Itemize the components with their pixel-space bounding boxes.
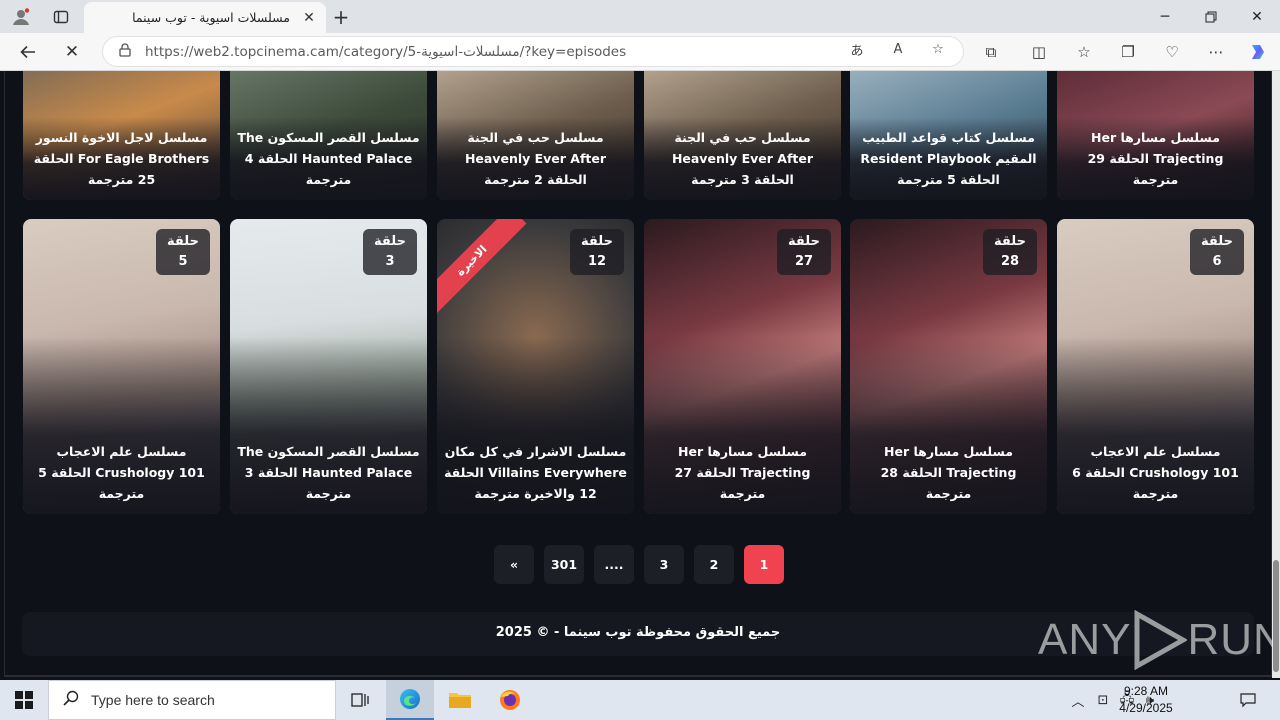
card-title[interactable]: مسلسل حب في الجنة Heavenly Ever After ال… xyxy=(650,127,835,190)
episode-card[interactable]: الاخيرة حلقة 12 مسلسل الاشرار في كل مكان… xyxy=(437,219,634,514)
split-screen-icon[interactable]: ◫ xyxy=(1025,38,1053,66)
badge-number: 12 xyxy=(587,254,607,269)
anyrun-watermark-logo: ANY RUN xyxy=(1038,609,1272,671)
clock-date: 4/29/2025 xyxy=(1119,701,1173,715)
tab-active[interactable]: مسلسلات اسيوية - توب سينما ✕ xyxy=(84,2,326,33)
card-title[interactable]: مسلسل مسارها Her Trajecting الحلقة 27 مت… xyxy=(650,441,835,504)
episode-card[interactable]: مسلسل القصر المسكون The Haunted Palace ا… xyxy=(230,71,427,200)
tab-actions-icon[interactable] xyxy=(48,4,74,30)
card-title[interactable]: مسلسل علم الاعجاب Crushology 101 الحلقة … xyxy=(29,441,214,504)
card-title[interactable]: مسلسل الاشرار في كل مكان Villains Everyw… xyxy=(443,441,628,504)
card-title[interactable]: مسلسل القصر المسكون The Haunted Palace ا… xyxy=(236,127,421,190)
clock-time: 9:28 AM xyxy=(1123,684,1169,698)
pagination-page-button[interactable]: 2 xyxy=(694,545,734,584)
favorite-star-icon[interactable]: ☆ xyxy=(927,38,949,60)
restore-icon[interactable] xyxy=(1188,0,1234,33)
episode-badge: حلقة 5 xyxy=(156,229,210,275)
browser-tab-bar: مسلسلات اسيوية - توب سينما ✕ + ─ ✕ xyxy=(0,0,1280,33)
card-title[interactable]: مسلسل القصر المسكون The Haunted Palace ا… xyxy=(236,441,421,504)
pagination-page-button[interactable]: 301 xyxy=(544,545,584,584)
windows-start-icon[interactable] xyxy=(0,680,48,720)
badge-label: حلقة xyxy=(994,234,1026,249)
file-explorer-icon[interactable] xyxy=(436,680,484,720)
episode-card[interactable]: حلقة 3 مسلسل القصر المسكون The Haunted P… xyxy=(230,219,427,514)
badge-label: حلقة xyxy=(1201,234,1233,249)
more-menu-icon[interactable]: ⋯ xyxy=(1202,38,1230,66)
badge-number: 3 xyxy=(385,254,395,269)
episode-card[interactable]: حلقة 27 مسلسل مسارها Her Trajecting الحل… xyxy=(644,219,841,514)
pagination-current-page[interactable]: 1 xyxy=(744,545,784,584)
badge-number: 28 xyxy=(1000,254,1020,269)
episode-card[interactable]: حلقة 6 مسلسل علم الاعجاب Crushology 101 … xyxy=(1057,219,1254,514)
notifications-icon[interactable] xyxy=(1238,690,1258,710)
episode-badge: حلقة 12 xyxy=(570,229,624,275)
back-icon[interactable] xyxy=(14,38,42,66)
close-tab-icon[interactable]: ✕ xyxy=(300,10,318,26)
taskbar-search-input[interactable]: Type here to search xyxy=(48,680,336,720)
play-triangle-icon xyxy=(1134,610,1188,670)
badge-label: حلقة xyxy=(788,234,820,249)
episode-badge: حلقة 6 xyxy=(1190,229,1244,275)
episode-card[interactable]: مسلسل لاجل الاخوة النسور For Eagle Broth… xyxy=(23,71,220,200)
episode-badge: حلقة 28 xyxy=(983,229,1037,275)
scrollbar-thumb[interactable] xyxy=(1273,560,1279,672)
badge-number: 6 xyxy=(1212,254,1222,269)
new-tab-icon[interactable]: + xyxy=(328,4,354,30)
episode-card[interactable]: مسلسل مسارها Her Trajecting الحلقة 29 مت… xyxy=(1057,71,1254,200)
windows-taskbar: Type here to search ︿ ⊡ 🖧 🕪 9:28 AM 4/29… xyxy=(0,680,1280,720)
edge-browser-icon[interactable] xyxy=(386,680,434,720)
card-title[interactable]: مسلسل علم الاعجاب Crushology 101 الحلقة … xyxy=(1063,441,1248,504)
badge-label: حلقة xyxy=(581,234,613,249)
card-title[interactable]: مسلسل لاجل الاخوة النسور For Eagle Broth… xyxy=(29,127,214,190)
badge-number: 27 xyxy=(794,254,814,269)
web-page: مسلسل لاجل الاخوة النسور For Eagle Broth… xyxy=(0,71,1272,678)
card-title[interactable]: مسلسل حب في الجنة Heavenly Ever After ال… xyxy=(443,127,628,190)
badge-label: حلقة xyxy=(167,234,199,249)
taskbar-clock[interactable]: 9:28 AM 4/29/2025 xyxy=(1108,683,1184,717)
read-aloud-icon[interactable]: A xyxy=(887,38,909,60)
extensions-icon[interactable]: ⧉ xyxy=(977,38,1005,66)
badge-label: حلقة xyxy=(374,234,406,249)
episode-badge: حلقة 3 xyxy=(363,229,417,275)
task-view-icon[interactable] xyxy=(336,680,384,720)
url-text[interactable]: https://web2.topcinema.cam/category/5-مس… xyxy=(145,44,626,60)
collections-icon[interactable]: ❐ xyxy=(1114,38,1142,66)
episode-card[interactable]: مسلسل حب في الجنة Heavenly Ever After ال… xyxy=(437,71,634,200)
minimize-icon[interactable]: ─ xyxy=(1142,0,1188,33)
address-bar-row: ✕ https://web2.topcinema.cam/category/5-… xyxy=(0,33,1280,71)
badge-number: 5 xyxy=(178,254,188,269)
episode-card[interactable]: مسلسل حب في الجنة Heavenly Ever After ال… xyxy=(644,71,841,200)
search-placeholder: Type here to search xyxy=(91,692,215,708)
card-title[interactable]: مسلسل مسارها Her Trajecting الحلقة 28 مت… xyxy=(856,441,1041,504)
pagination-page-button[interactable]: 3 xyxy=(644,545,684,584)
tray-chevron-up-icon[interactable]: ︿ xyxy=(1068,690,1088,710)
episode-badge: حلقة 27 xyxy=(777,229,831,275)
copilot-icon[interactable] xyxy=(1244,38,1272,66)
browser-essentials-icon[interactable]: ♡ xyxy=(1158,38,1186,66)
episode-card[interactable]: حلقة 5 مسلسل علم الاعجاب Crushology 101 … xyxy=(23,219,220,514)
pagination-prev-button[interactable]: « xyxy=(494,545,534,584)
tab-title: مسلسلات اسيوية - توب سينما xyxy=(132,10,290,25)
episode-card[interactable]: مسلسل كتاب قواعد الطبيب المقيم Resident … xyxy=(850,71,1047,200)
profile-icon[interactable] xyxy=(8,4,34,30)
favorites-icon[interactable]: ☆ xyxy=(1070,38,1098,66)
translate-icon[interactable]: あ xyxy=(846,38,868,60)
episode-card[interactable]: حلقة 28 مسلسل مسارها Her Trajecting الحل… xyxy=(850,219,1047,514)
stop-loading-icon[interactable]: ✕ xyxy=(58,38,86,66)
close-window-icon[interactable]: ✕ xyxy=(1234,0,1280,33)
lock-icon[interactable] xyxy=(119,43,131,60)
pagination-ellipsis: .... xyxy=(594,545,634,584)
firefox-icon[interactable] xyxy=(486,680,534,720)
address-bar[interactable]: https://web2.topcinema.cam/category/5-مس… xyxy=(102,36,964,67)
card-title[interactable]: مسلسل مسارها Her Trajecting الحلقة 29 مت… xyxy=(1063,127,1248,190)
card-title[interactable]: مسلسل كتاب قواعد الطبيب المقيم Resident … xyxy=(856,127,1041,190)
search-icon xyxy=(63,690,79,711)
